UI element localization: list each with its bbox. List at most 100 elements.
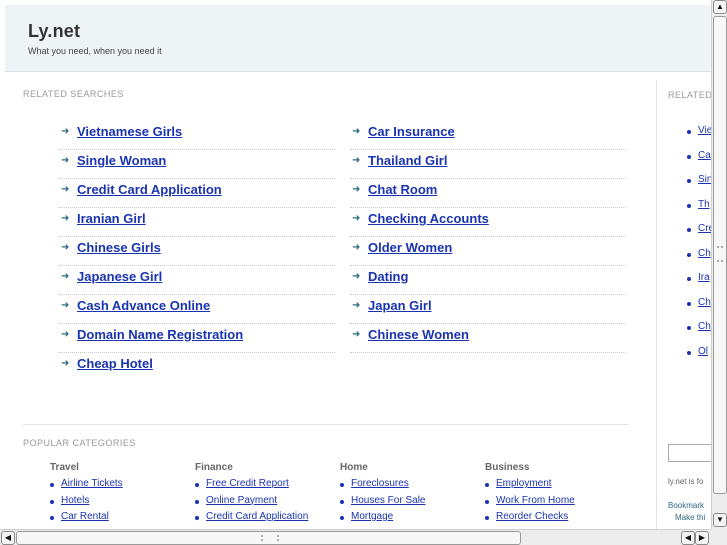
sidebar-search-input[interactable] bbox=[668, 444, 711, 462]
search-link[interactable]: Cash Advance Online bbox=[77, 298, 210, 313]
category-link[interactable]: Hotels bbox=[61, 495, 89, 506]
search-item: ➜ Iranian Girl bbox=[59, 208, 335, 237]
search-item: ➜ Single Woman bbox=[59, 150, 335, 179]
search-link[interactable]: Domain Name Registration bbox=[77, 327, 243, 342]
search-link[interactable]: Japan Girl bbox=[368, 298, 432, 313]
scroll-left-button[interactable]: ◀ bbox=[1, 531, 15, 545]
category-link-item: Employment bbox=[485, 478, 625, 495]
scroll-down-button[interactable]: ▼ bbox=[713, 513, 727, 527]
category-column: Home Foreclosures Houses For Sale Mortgage bbox=[340, 462, 480, 528]
scroll-up-button[interactable]: ▲ bbox=[713, 0, 727, 14]
search-row: ➜ Japanese Girl ➜ Dating bbox=[59, 266, 629, 295]
category-link-item: Airline Tickets bbox=[50, 478, 190, 495]
search-link[interactable]: Checking Accounts bbox=[368, 211, 489, 226]
category-link-item: Online Payment bbox=[195, 495, 335, 512]
related-searches-label: RELATED SEARCHES bbox=[23, 89, 124, 99]
sidebar-link[interactable]: Ca bbox=[698, 150, 711, 161]
scroll-right-button[interactable]: ▶ bbox=[695, 531, 709, 545]
category-link-item: Free Credit Report bbox=[195, 478, 335, 495]
scroll-left-button-2[interactable]: ◀ bbox=[681, 531, 695, 545]
search-link[interactable]: Dating bbox=[368, 269, 408, 284]
sidebar-link[interactable]: Cre bbox=[698, 223, 711, 234]
category-title: Home bbox=[340, 462, 368, 473]
category-link-item: Houses For Sale bbox=[340, 495, 480, 512]
related-searches-list: ➜ Vietnamese Girls ➜ Car Insurance ➜ Single W… bbox=[59, 121, 629, 382]
search-link[interactable]: Single Woman bbox=[77, 153, 166, 168]
search-item: ➜ Cash Advance Online bbox=[59, 295, 335, 324]
right-arrow-icon: ➜ bbox=[61, 300, 70, 311]
search-link[interactable]: Vietnamese Girls bbox=[77, 124, 182, 139]
sidebar-link[interactable]: Ch bbox=[698, 321, 711, 332]
category-link[interactable]: Mortgage bbox=[351, 511, 393, 522]
search-item: ➜ Thailand Girl bbox=[350, 150, 626, 179]
search-row: ➜ Chinese Girls ➜ Older Women bbox=[59, 237, 629, 266]
vertical-scroll-thumb[interactable] bbox=[713, 16, 727, 494]
sidebar-note: ly.net is fo bbox=[668, 477, 704, 486]
category-column: Travel Airline Tickets Hotels Car Rental bbox=[50, 462, 190, 528]
search-link[interactable]: Thailand Girl bbox=[368, 153, 447, 168]
vertical-scrollbar[interactable]: ▲ ▼ bbox=[711, 0, 727, 529]
search-link[interactable]: Japanese Girl bbox=[77, 269, 162, 284]
category-link-item: Mortgage bbox=[340, 511, 480, 528]
bullet-dot-icon bbox=[687, 179, 691, 183]
right-arrow-icon: ➜ bbox=[352, 126, 361, 137]
bullet-dot-icon bbox=[687, 228, 691, 232]
search-link[interactable]: Older Women bbox=[368, 240, 452, 255]
category-link[interactable]: Work From Home bbox=[496, 495, 575, 506]
category-title: Travel bbox=[50, 462, 79, 473]
category-link[interactable]: Airline Tickets bbox=[61, 478, 123, 489]
sidebar-link[interactable]: Ch bbox=[698, 297, 711, 308]
category-link[interactable]: Free Credit Report bbox=[206, 478, 289, 489]
category-link[interactable]: Reorder Checks bbox=[496, 511, 568, 522]
make-homepage-link[interactable]: Make thi bbox=[668, 512, 705, 524]
category-link[interactable]: Online Payment bbox=[206, 495, 277, 506]
search-row: ➜ Cash Advance Online ➜ Japan Girl bbox=[59, 295, 629, 324]
sidebar-link[interactable]: Ch bbox=[698, 248, 711, 259]
category-link[interactable]: Credit Card Application bbox=[206, 511, 308, 522]
bookmark-links: Bookmark Make thi bbox=[668, 500, 705, 524]
search-item: ➜ Cheap Hotel bbox=[59, 353, 335, 381]
right-arrow-icon: ➜ bbox=[352, 184, 361, 195]
site-header: Ly.net What you need, when you need it bbox=[5, 5, 711, 72]
horizontal-scrollbar[interactable]: ◀ ◀ ▶ bbox=[0, 529, 711, 545]
sidebar-link[interactable]: Th bbox=[698, 199, 710, 210]
bullet-dot-icon bbox=[485, 499, 489, 504]
search-row: ➜ Single Woman ➜ Thailand Girl bbox=[59, 150, 629, 179]
search-link[interactable]: Cheap Hotel bbox=[77, 356, 153, 371]
bullet-dot-icon bbox=[485, 516, 489, 520]
right-arrow-icon: ➜ bbox=[352, 271, 361, 282]
sidebar-link[interactable]: Sin bbox=[698, 174, 711, 185]
grip-icon bbox=[717, 246, 723, 262]
search-link[interactable]: Chinese Women bbox=[368, 327, 469, 342]
category-column: Finance Free Credit Report Online Payment C… bbox=[195, 462, 335, 528]
sidebar-related-label: RELATED bbox=[668, 90, 711, 100]
bookmark-link[interactable]: Bookmark bbox=[668, 500, 705, 512]
category-link[interactable]: Foreclosures bbox=[351, 478, 409, 489]
bullet-dot-icon bbox=[50, 516, 54, 520]
search-row: ➜ Cheap Hotel bbox=[59, 353, 629, 382]
category-link[interactable]: Employment bbox=[496, 478, 552, 489]
site-tagline: What you need, when you need it bbox=[28, 46, 162, 56]
popular-categories-label: POPULAR CATEGORIES bbox=[23, 438, 136, 448]
right-arrow-icon: ➜ bbox=[352, 213, 361, 224]
right-arrow-icon: ➜ bbox=[61, 329, 70, 340]
sidebar-link[interactable]: Ira bbox=[698, 272, 710, 283]
bullet-dot-icon bbox=[50, 499, 54, 504]
search-link[interactable]: Chat Room bbox=[368, 182, 437, 197]
search-link[interactable]: Credit Card Application bbox=[77, 182, 222, 197]
bullet-dot-icon bbox=[687, 252, 691, 257]
category-link[interactable]: Car Rental bbox=[61, 511, 109, 522]
horizontal-scroll-thumb[interactable] bbox=[16, 531, 521, 545]
search-link[interactable]: Iranian Girl bbox=[77, 211, 146, 226]
sidebar-link[interactable]: Ol bbox=[698, 346, 708, 357]
sidebar: RELATED Vie Ca Sin Th Cre Ch Ira Ch Ch Ol ly.net … bbox=[656, 80, 711, 529]
search-item: ➜ Japanese Girl bbox=[59, 266, 335, 295]
search-link[interactable]: Car Insurance bbox=[368, 124, 455, 139]
search-item: ➜ Older Women bbox=[350, 237, 626, 266]
search-row: ➜ Credit Card Application ➜ Chat Room bbox=[59, 179, 629, 208]
search-item: ➜ Vietnamese Girls bbox=[59, 121, 335, 150]
right-arrow-icon: ➜ bbox=[61, 155, 70, 166]
sidebar-link[interactable]: Vie bbox=[698, 125, 711, 136]
category-link[interactable]: Houses For Sale bbox=[351, 495, 425, 506]
search-link[interactable]: Chinese Girls bbox=[77, 240, 161, 255]
